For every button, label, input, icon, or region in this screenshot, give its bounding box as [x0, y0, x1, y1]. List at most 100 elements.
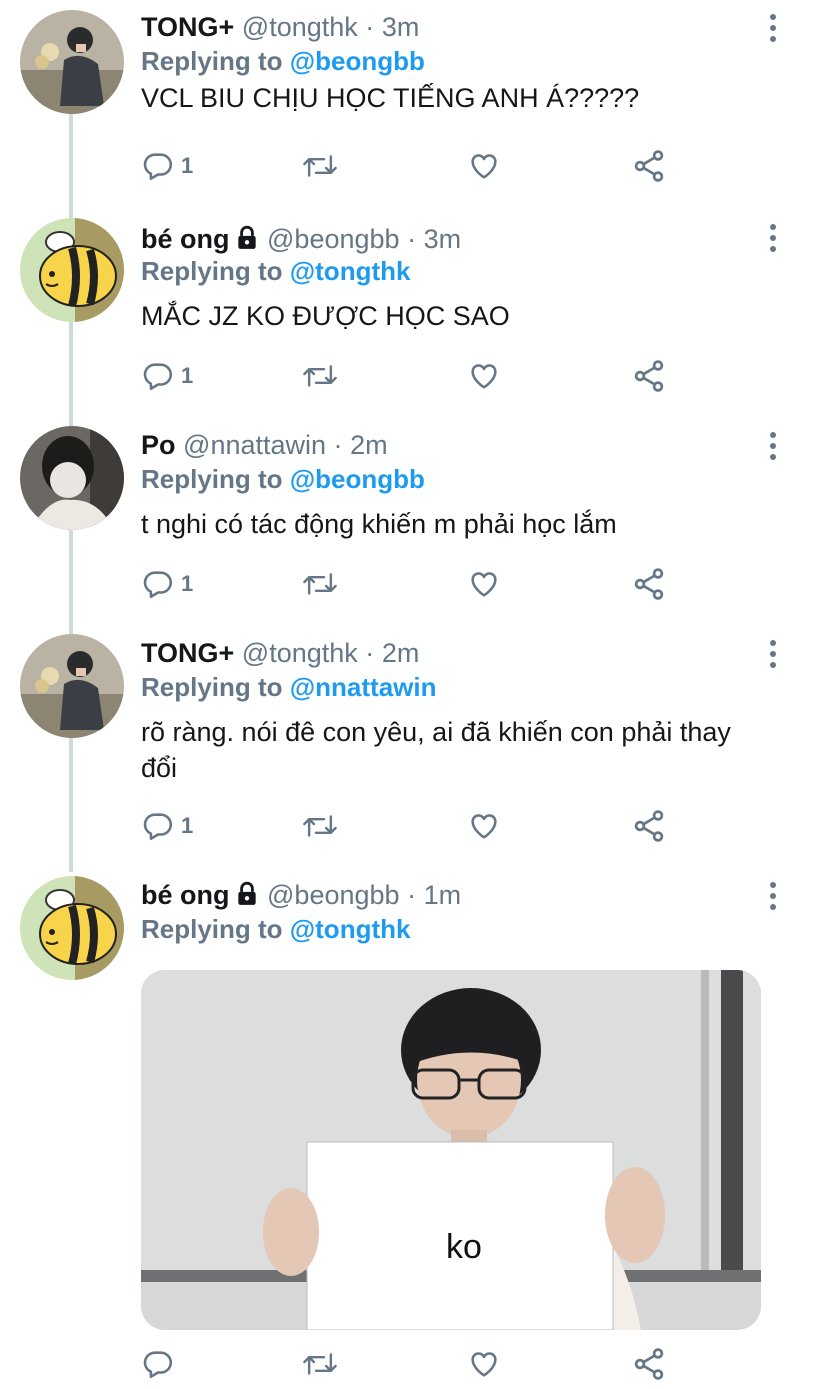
timestamp[interactable]: 3m	[382, 12, 420, 42]
more-options-button[interactable]	[764, 640, 782, 670]
replying-label: Replying to	[141, 672, 283, 702]
replying-label: Replying to	[141, 46, 283, 76]
retweet-icon	[303, 815, 337, 837]
share-icon	[634, 568, 664, 600]
more-options-button[interactable]	[764, 14, 782, 44]
avatar-tongthk[interactable]	[20, 10, 124, 114]
tweet-header: bé ong @beongbb · 1m	[141, 878, 461, 912]
share-button[interactable]	[631, 146, 667, 186]
reply-button[interactable]: 1	[141, 564, 193, 604]
reply-count: 1	[181, 813, 194, 838]
lock-icon	[237, 225, 256, 249]
share-button[interactable]	[631, 806, 667, 846]
timestamp[interactable]: 1m	[424, 880, 462, 910]
timestamp[interactable]: 3m	[424, 224, 462, 254]
retweet-button[interactable]	[301, 564, 339, 604]
separator-dot: ·	[365, 638, 375, 668]
like-button[interactable]	[466, 564, 502, 604]
author-name[interactable]: Po	[141, 430, 176, 460]
like-button[interactable]	[466, 356, 502, 396]
separator-dot: ·	[365, 12, 375, 42]
author-handle[interactable]: @beongbb	[267, 224, 400, 254]
sign-text: ko	[446, 1228, 482, 1266]
mention-link[interactable]: @tongthk	[290, 256, 411, 286]
avatar-nnattawin[interactable]	[20, 426, 124, 530]
retweet-button[interactable]	[301, 356, 339, 396]
replying-label: Replying to	[141, 464, 283, 494]
retweet-icon	[303, 365, 337, 387]
tweet-text: rõ ràng. nói đê con yêu, ai đã khiến con…	[141, 717, 731, 783]
like-button[interactable]	[466, 806, 502, 846]
heart-icon	[471, 154, 497, 179]
replying-label: Replying to	[141, 256, 283, 286]
tweet-text: VCL BIU CHỊU HỌC TIẾNG ANH Á?????	[141, 83, 640, 113]
action-bar: 1	[141, 146, 741, 186]
action-bar: 1	[141, 806, 741, 846]
retweet-icon	[303, 573, 337, 595]
tweet-media-image[interactable]: ko	[141, 970, 761, 1330]
tweet-header: TONG+ @tongthk · 3m	[141, 10, 419, 44]
separator-dot: ·	[333, 430, 343, 460]
avatar-beongbb[interactable]	[20, 218, 124, 322]
more-vertical-icon	[764, 224, 782, 252]
reply-icon	[143, 813, 173, 841]
like-button[interactable]	[466, 1344, 502, 1384]
author-name[interactable]: bé ong	[141, 224, 230, 254]
reply-count: 1	[181, 153, 194, 178]
replying-to: Replying to @tongthk	[141, 912, 410, 946]
heart-icon	[471, 814, 497, 839]
reply-icon	[143, 363, 173, 391]
author-name[interactable]: TONG+	[141, 12, 234, 42]
author-name[interactable]: TONG+	[141, 638, 234, 668]
reply-count: 1	[181, 571, 194, 596]
author-handle[interactable]: @beongbb	[267, 880, 400, 910]
replying-to: Replying to @tongthk	[141, 254, 410, 288]
separator-dot: ·	[407, 224, 417, 254]
lock-icon	[237, 881, 256, 905]
like-button[interactable]	[466, 146, 502, 186]
avatar-tongthk[interactable]	[20, 634, 124, 738]
heart-icon	[471, 1352, 497, 1377]
more-options-button[interactable]	[764, 432, 782, 462]
replying-label: Replying to	[141, 914, 283, 944]
reply-icon	[143, 1351, 173, 1379]
share-button[interactable]	[631, 1344, 667, 1384]
retweet-button[interactable]	[301, 806, 339, 846]
heart-icon	[471, 364, 497, 389]
reply-button[interactable]: 1	[141, 806, 193, 846]
more-options-button[interactable]	[764, 882, 782, 912]
tweet-header: bé ong @beongbb · 3m	[141, 222, 461, 256]
retweet-icon	[303, 1353, 337, 1375]
share-button[interactable]	[631, 564, 667, 604]
timestamp[interactable]: 2m	[350, 430, 388, 460]
tweet-text: MẮC JZ KO ĐƯỢC HỌC SAO	[141, 301, 510, 331]
share-icon	[634, 360, 664, 392]
photo-person-holding-sign: ko	[141, 970, 761, 1330]
more-vertical-icon	[764, 14, 782, 42]
replying-to: Replying to @beongbb	[141, 44, 425, 78]
share-button[interactable]	[631, 356, 667, 396]
more-vertical-icon	[764, 432, 782, 460]
reply-icon	[143, 571, 173, 599]
more-options-button[interactable]	[764, 224, 782, 254]
reply-button[interactable]: 1	[141, 146, 193, 186]
more-vertical-icon	[764, 640, 782, 668]
author-handle[interactable]: @tongthk	[242, 12, 358, 42]
action-bar: 1	[141, 564, 741, 604]
author-handle[interactable]: @nnattawin	[183, 430, 326, 460]
mention-link[interactable]: @nnattawin	[290, 672, 437, 702]
reply-button[interactable]	[141, 1344, 181, 1384]
author-handle[interactable]: @tongthk	[242, 638, 358, 668]
mention-link[interactable]: @beongbb	[290, 464, 425, 494]
avatar-beongbb[interactable]	[20, 876, 124, 980]
mention-link[interactable]: @beongbb	[290, 46, 425, 76]
action-bar	[141, 1344, 741, 1384]
action-bar: 1	[141, 356, 741, 396]
tweet-text: t nghi có tác động khiến m phải học lắm	[141, 509, 617, 539]
retweet-button[interactable]	[301, 1344, 339, 1384]
reply-button[interactable]: 1	[141, 356, 193, 396]
mention-link[interactable]: @tongthk	[290, 914, 411, 944]
author-name[interactable]: bé ong	[141, 880, 230, 910]
timestamp[interactable]: 2m	[382, 638, 420, 668]
retweet-button[interactable]	[301, 146, 339, 186]
